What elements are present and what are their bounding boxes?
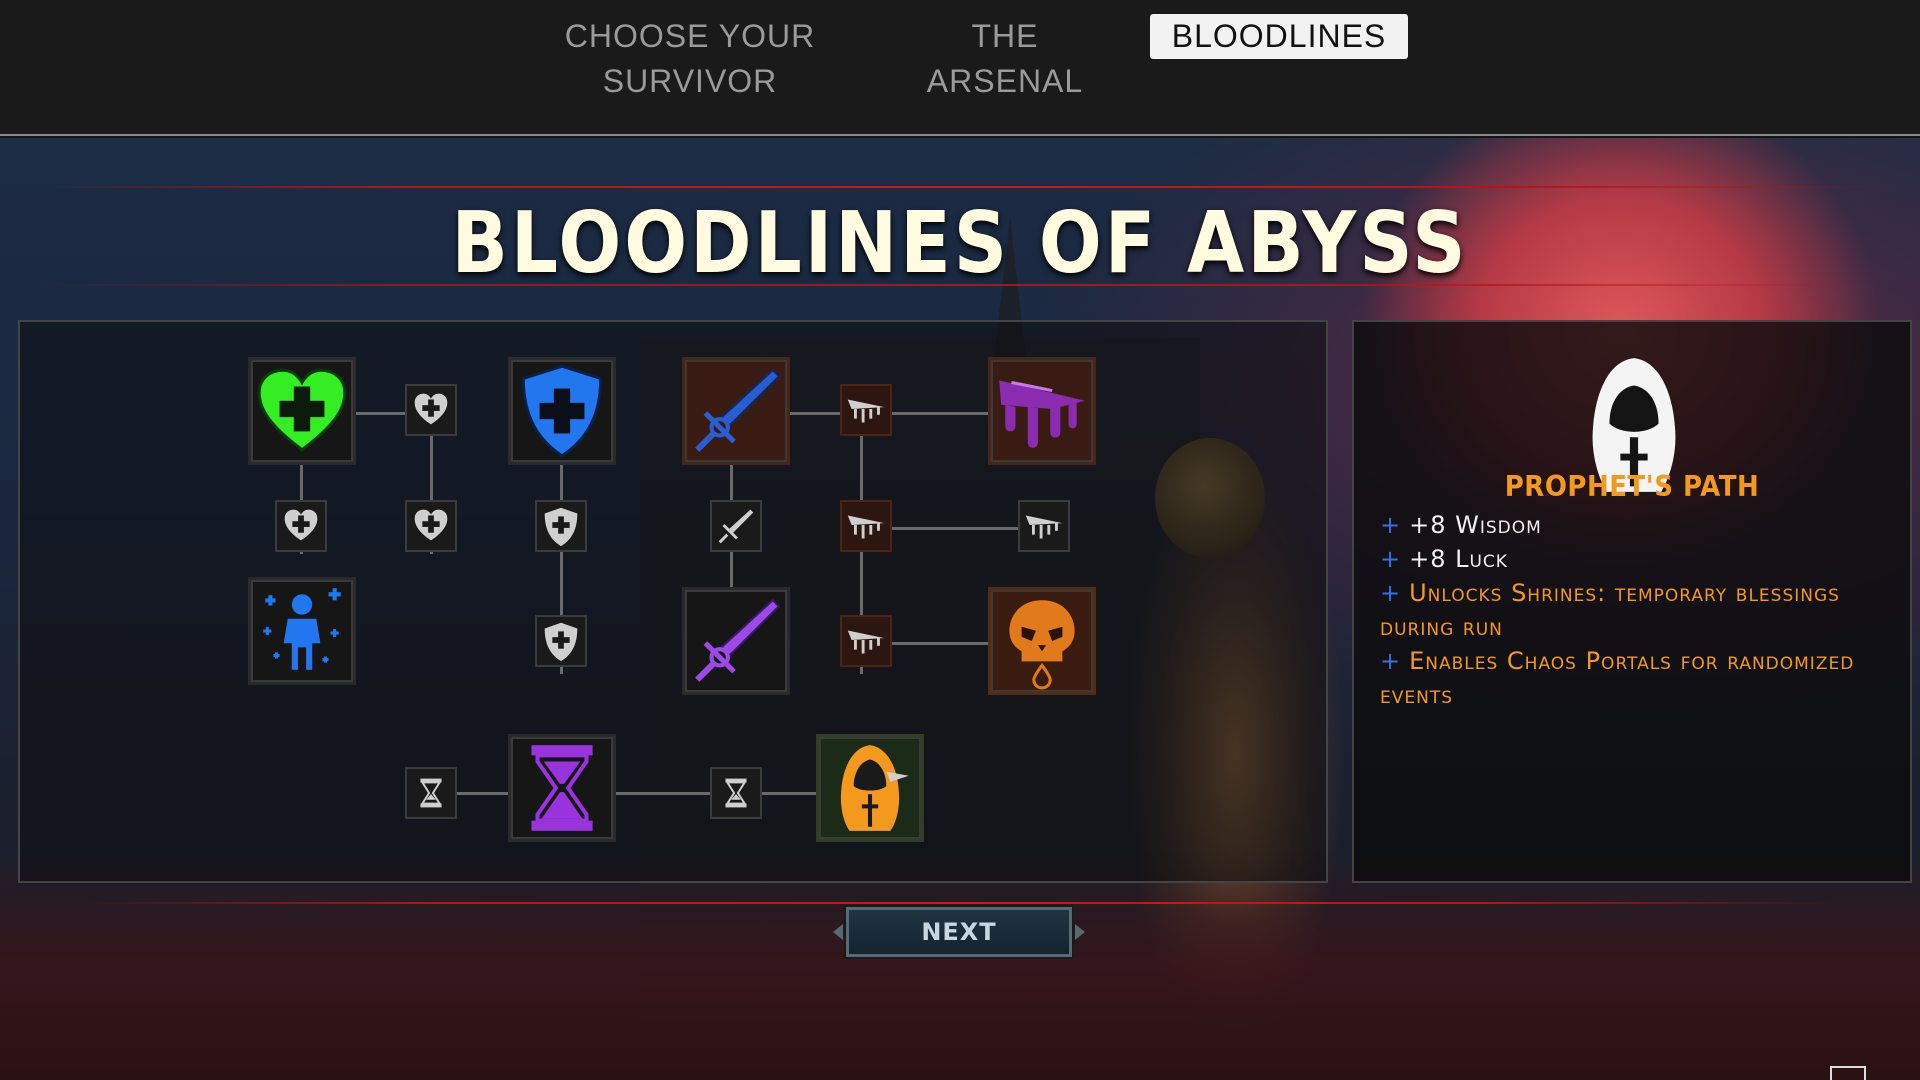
small-heart-plus-icon [414, 393, 448, 425]
minor-heart-node[interactable] [405, 500, 457, 552]
minor-heart-node[interactable] [275, 500, 327, 552]
minor-sword-node[interactable] [710, 500, 762, 552]
shield-node[interactable] [508, 357, 616, 465]
bloodline-name: PROPHET'S PATH [1504, 470, 1760, 504]
green-heart-plus-icon [257, 368, 347, 452]
stat-text: +8 Wisdom [1409, 511, 1542, 539]
minor-hourglass-node[interactable] [405, 767, 457, 819]
blue-sword-icon [695, 368, 781, 452]
orange-hooded-prophet-icon [840, 745, 909, 831]
small-dripping-blade-icon [847, 515, 885, 539]
tab-bloodlines[interactable]: BLOODLINES [1150, 14, 1408, 59]
purple-sword-node[interactable] [682, 587, 790, 695]
minor-blood-node[interactable] [1018, 500, 1070, 552]
orange-skull-icon [1009, 600, 1075, 690]
plus-icon: + [1380, 579, 1402, 607]
next-button[interactable]: NEXT [833, 907, 1085, 957]
plus-icon: + [1380, 647, 1402, 675]
skill-tree-panel [18, 320, 1328, 883]
corner-key-hint [1830, 1066, 1920, 1080]
top-nav-bar: CHOOSE YOUR SURVIVOR THE ARSENAL BLOODLI… [0, 0, 1920, 136]
blue-sword-node[interactable] [682, 357, 790, 465]
minor-shield-node[interactable] [535, 615, 587, 667]
small-dripping-blade-icon [847, 630, 885, 654]
stat-luck: + +8 Luck [1380, 542, 1890, 576]
connector [430, 792, 830, 795]
minor-shield-node[interactable] [535, 500, 587, 552]
heal-heart-node[interactable] [248, 357, 356, 465]
small-sword-icon [718, 509, 754, 544]
minor-blood-node[interactable] [840, 500, 892, 552]
minor-blood-node[interactable] [840, 615, 892, 667]
stat-chaos-portals: + Enables Chaos Portals for randomized ev… [1380, 644, 1890, 712]
blood-blade-node[interactable] [988, 357, 1096, 465]
stat-shrines: + Unlocks Shrines: temporary blessings du… [1380, 576, 1890, 644]
top-red-rule [40, 186, 1880, 188]
tab-arsenal[interactable]: THE ARSENAL [905, 14, 1105, 99]
right-arrow-ornament [1075, 924, 1085, 940]
small-heart-plus-icon [284, 509, 318, 541]
bottom-red-rule [80, 902, 1840, 904]
prophet-node[interactable] [816, 734, 924, 842]
blue-person-plus-icon [263, 588, 341, 670]
stat-text: Unlocks Shrines: temporary blessings dur… [1380, 579, 1840, 641]
small-heart-plus-icon [414, 509, 448, 541]
small-shield-plus-icon [544, 507, 578, 547]
purple-sword-icon [695, 598, 781, 682]
skull-node[interactable] [988, 587, 1096, 695]
minor-heart-node[interactable] [405, 384, 457, 436]
stat-text: Enables Chaos Portals for randomized eve… [1380, 647, 1855, 709]
minor-blood-node[interactable] [840, 384, 892, 436]
left-arrow-ornament [833, 924, 843, 940]
bloodline-stats: + +8 Wisdom + +8 Luck + Unlocks Shrines: te… [1380, 508, 1890, 712]
small-hourglass-icon [725, 778, 747, 808]
connector [790, 412, 1010, 415]
blessed-survivor-node[interactable] [248, 577, 356, 685]
small-hourglass-icon [420, 778, 442, 808]
minor-hourglass-node[interactable] [710, 767, 762, 819]
purple-dripping-blade-icon [999, 380, 1085, 448]
small-dripping-blade-icon [1025, 515, 1063, 539]
plus-icon: + [1380, 545, 1402, 573]
small-shield-plus-icon [544, 622, 578, 662]
hourglass-node[interactable] [508, 734, 616, 842]
blue-shield-plus-icon [521, 364, 603, 458]
blood-mist-ground [0, 850, 1920, 1080]
page-title: BLOODLINES OF ABYSS [451, 193, 1469, 293]
small-dripping-blade-icon [847, 399, 885, 423]
stat-text: +8 Luck [1409, 545, 1508, 573]
purple-hourglass-icon [531, 745, 593, 831]
bloodline-info-panel: PROPHET'S PATH + +8 Wisdom + +8 Luck + Unlo… [1352, 320, 1912, 883]
next-button-label: NEXT [921, 918, 997, 946]
stat-wisdom: + +8 Wisdom [1380, 508, 1890, 542]
tab-choose-survivor[interactable]: CHOOSE YOUR SURVIVOR [505, 14, 875, 99]
plus-icon: + [1380, 511, 1402, 539]
